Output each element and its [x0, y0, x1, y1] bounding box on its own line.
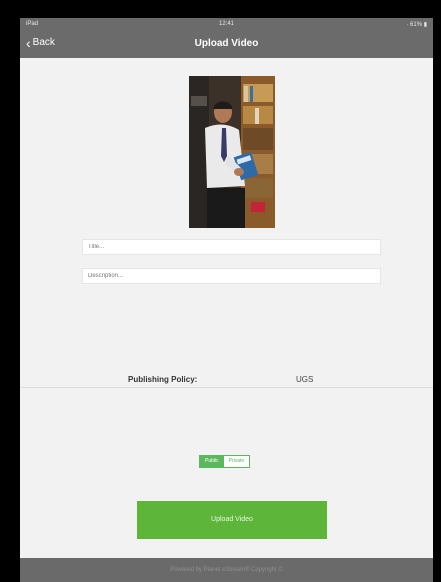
page-title: Upload Video [194, 38, 259, 49]
publishing-policy-label: Publishing Policy: [128, 375, 198, 384]
app-window: iPad 12:41 · 61% ▮ ‹ Back Upload Video T… [20, 18, 433, 582]
upload-video-button[interactable]: Upload Video [137, 501, 327, 539]
video-thumbnail [189, 76, 275, 228]
title-input[interactable] [82, 239, 381, 255]
battery-indicator: · 61% ▮ [405, 22, 427, 28]
publishing-policy-value[interactable]: UGS [296, 375, 313, 384]
video-thumbnail-image [189, 76, 275, 228]
toggle-public[interactable]: Public [200, 456, 224, 467]
visibility-toggle[interactable]: Public Private [199, 455, 251, 468]
nav-bar: ‹ Back Upload Video [20, 30, 433, 58]
footer: Powered by Planet eStream® Copyright © [20, 558, 433, 582]
description-input[interactable] [82, 268, 381, 284]
status-bar: iPad 12:41 · 61% ▮ [20, 18, 433, 30]
status-time: 12:41 [218, 21, 234, 27]
divider [20, 387, 433, 388]
toggle-private[interactable]: Private [223, 456, 250, 467]
